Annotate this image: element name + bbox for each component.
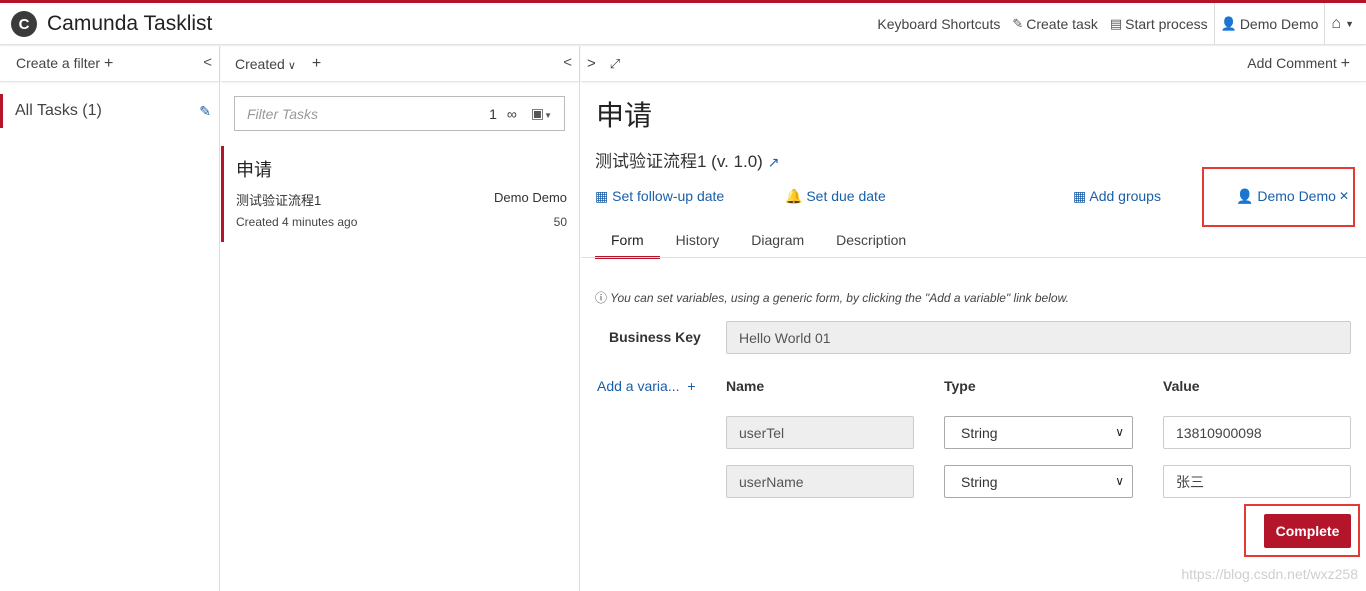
chevron-down-icon: ∨ <box>287 59 296 72</box>
form-info-text: You can set variables, using a generic f… <box>610 291 1069 305</box>
home-menu[interactable]: ⌂ ▼ <box>1325 3 1360 45</box>
brand[interactable]: C Camunda Tasklist <box>11 11 212 37</box>
plus-icon: + <box>687 378 696 394</box>
tab-history[interactable]: History <box>660 228 736 259</box>
filters-header: Create a filter + < <box>0 46 219 82</box>
top-nav: Keyboard Shortcuts ✎ Create task ▤ Start p… <box>871 3 1360 45</box>
variable-value-header: Value <box>1163 378 1200 394</box>
watermark: https://blog.csdn.net/wxz258 <box>1181 566 1358 582</box>
save-icon[interactable]: ▣▼ <box>531 105 552 122</box>
add-sort-plus-icon[interactable]: + <box>312 55 321 73</box>
variable-value-field[interactable]: 张三 <box>1163 465 1351 498</box>
task-detail-header: > ⤢ Add Comment + <box>581 46 1366 82</box>
keyboard-shortcuts-link[interactable]: Keyboard Shortcuts <box>871 3 1006 45</box>
link-icon[interactable]: ∞ <box>507 106 517 122</box>
tab-form[interactable]: Form <box>595 228 660 259</box>
plus-icon: + <box>103 54 114 72</box>
list-icon: ▤ <box>1109 16 1123 31</box>
sort-dropdown[interactable]: Created ∨ <box>235 56 296 72</box>
collapse-left-icon[interactable]: < <box>203 54 212 71</box>
task-list-column: Created ∨ + < Filter Tasks 1 ∞ ▣▼ 申请 测试验证… <box>221 46 580 591</box>
variable-type-select[interactable]: String ∨ <box>944 416 1133 449</box>
variable-name-field[interactable]: userTel <box>726 416 914 449</box>
bell-icon: 🔔 <box>785 188 803 204</box>
filter-item-label: All Tasks (1) <box>15 102 102 119</box>
sort-label: Created <box>235 55 285 72</box>
assignee-highlight <box>1202 167 1355 227</box>
task-assignee: Demo Demo <box>494 190 567 205</box>
home-icon: ⌂ <box>1331 15 1342 32</box>
user-menu[interactable]: 👤 Demo Demo <box>1215 3 1325 45</box>
grid-icon: ▦ <box>1073 188 1087 204</box>
add-groups-label: Add groups <box>1089 188 1161 204</box>
form-info: ⓘ You can set variables, using a generic… <box>595 289 1069 306</box>
filters-column: Create a filter + < All Tasks (1) ✎ <box>0 46 220 591</box>
info-icon: ⓘ <box>595 291 608 305</box>
camunda-logo: C <box>11 11 37 37</box>
tab-diagram[interactable]: Diagram <box>735 228 820 259</box>
tab-description[interactable]: Description <box>820 228 922 259</box>
set-follow-up-date-link[interactable]: ▦ Set follow-up date <box>595 188 724 205</box>
variable-type-header: Type <box>944 378 976 394</box>
create-filter-label: Create a filter <box>16 54 101 71</box>
task-priority: 50 <box>553 215 567 229</box>
due-date-label: Set due date <box>806 188 886 204</box>
add-variable-link[interactable]: Add a varia... + <box>597 378 696 394</box>
task-name: 申请 <box>236 160 272 180</box>
user-name: Demo Demo <box>1239 16 1319 32</box>
top-header: C Camunda Tasklist Keyboard Shortcuts ✎ C… <box>0 3 1366 45</box>
app-title: Camunda Tasklist <box>47 12 213 35</box>
maximize-icon[interactable]: ⤢ <box>610 56 620 72</box>
variable-type-value: String <box>961 424 998 441</box>
filter-item-all-tasks[interactable]: All Tasks (1) ✎ <box>0 94 219 128</box>
keyboard-shortcuts-label: Keyboard Shortcuts <box>877 16 1001 32</box>
process-definition: 测试验证流程1 (v. 1.0) ↗ <box>595 147 779 172</box>
paperclip-icon: ✎ <box>1012 16 1024 31</box>
start-process-label: Start process <box>1125 16 1208 32</box>
detail-tabs: Form History Diagram Description <box>595 228 922 259</box>
variable-name-field[interactable]: userName <box>726 465 914 498</box>
expand-right-icon[interactable]: > <box>587 55 596 72</box>
task-list-header: Created ∨ + < <box>221 46 579 82</box>
add-groups-link[interactable]: ▦ Add groups <box>1073 188 1161 205</box>
create-task-label: Create task <box>1026 16 1098 32</box>
business-key-field[interactable]: Hello World 01 <box>726 321 1351 354</box>
variable-type-value: String <box>961 473 998 490</box>
plus-icon: + <box>1340 54 1350 72</box>
add-variable-label: Add a varia... <box>597 378 680 394</box>
chevron-down-icon: ∨ <box>1115 474 1124 488</box>
search-count: 1 <box>489 105 497 122</box>
tabs-divider <box>581 257 1366 258</box>
variable-value-field[interactable]: 13810900098 <box>1163 416 1351 449</box>
task-created: Created 4 minutes ago <box>236 215 358 229</box>
variable-type-select[interactable]: String ∨ <box>944 465 1133 498</box>
filter-tasks-placeholder: Filter Tasks <box>247 105 319 122</box>
follow-up-label: Set follow-up date <box>612 188 725 204</box>
add-comment-label: Add Comment <box>1247 54 1337 71</box>
task-title: 申请 <box>596 100 653 131</box>
collapse-left-icon[interactable]: < <box>563 54 572 71</box>
start-process-link[interactable]: ▤ Start process <box>1104 3 1214 45</box>
task-process-name: 测试验证流程1 <box>236 193 322 208</box>
calendar-icon: ▦ <box>595 188 609 204</box>
user-icon: 👤 <box>1220 16 1237 31</box>
create-task-link[interactable]: ✎ Create task <box>1006 3 1104 45</box>
chevron-down-icon: ∨ <box>1115 425 1124 439</box>
task-detail-column: > ⤢ Add Comment + 申请 测试验证流程1 (v. 1.0) ↗ … <box>581 46 1366 591</box>
filter-tasks-input[interactable]: Filter Tasks 1 ∞ ▣▼ <box>234 96 565 131</box>
complete-highlight <box>1244 504 1360 557</box>
add-comment-link[interactable]: Add Comment + <box>1247 55 1350 73</box>
external-link-icon[interactable]: ↗ <box>768 154 780 170</box>
create-filter-link[interactable]: Create a filter + <box>16 55 113 73</box>
set-due-date-link[interactable]: 🔔 Set due date <box>785 188 886 205</box>
business-key-label: Business Key <box>609 329 701 345</box>
caret-down-icon: ▼ <box>1345 19 1354 29</box>
pencil-icon[interactable]: ✎ <box>199 103 211 120</box>
variable-name-header: Name <box>726 378 765 394</box>
process-definition-label: 测试验证流程1 (v. 1.0) <box>595 152 763 171</box>
task-list-item[interactable]: 申请 测试验证流程1 Demo Demo Created 4 minutes a… <box>221 146 579 242</box>
